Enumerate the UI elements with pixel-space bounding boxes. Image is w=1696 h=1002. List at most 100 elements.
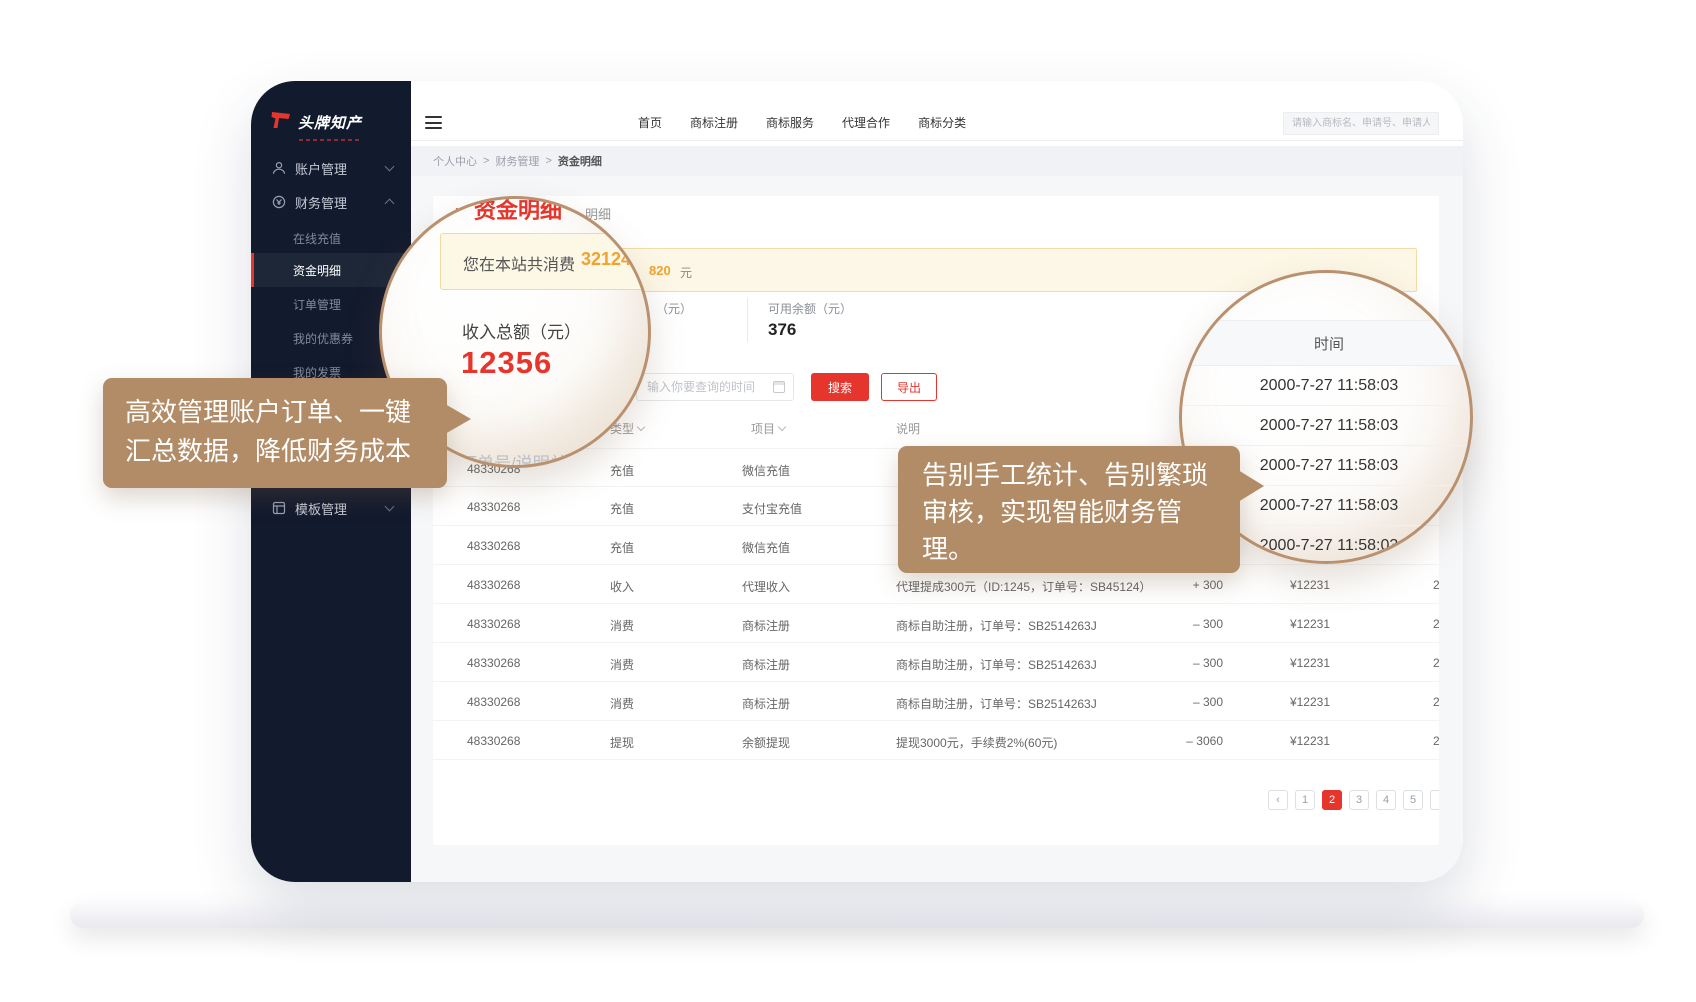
type: 消费 <box>610 656 634 673</box>
export-button[interactable]: 导出 <box>881 373 937 401</box>
nav-menu: 首页 商标注册 商标服务 代理合作 商标分类 <box>638 103 966 141</box>
banner-unit: 元 <box>680 264 692 281</box>
callout-text-line: 审核，实现智能财务管 <box>922 494 1240 531</box>
order-no: 48330268 <box>467 695 520 709</box>
item: 商标注册 <box>742 656 790 673</box>
amount: – 3060 <box>1133 734 1223 748</box>
page-button-2-active[interactable]: 2 <box>1322 790 1342 810</box>
brand-tagline-decoration <box>299 139 361 141</box>
callout-text-line: 高效管理账户订单、一键 <box>125 393 447 432</box>
magnified-income-value: 12356 <box>461 345 552 381</box>
callout-right: 告别手工统计、告别繁琐 审核，实现智能财务管 理。 <box>898 446 1240 573</box>
top-navbar: 首页 商标注册 商标服务 代理合作 商标分类 <box>411 103 1463 141</box>
laptop-base <box>70 902 1644 928</box>
table-row: 48330268 消费 商标注册 商标自助注册，订单号：SB2514263J –… <box>433 682 1439 721</box>
item: 微信充值 <box>742 462 790 479</box>
sidebar-subitem-label: 我的优惠券 <box>293 330 353 347</box>
stat-mid-label-fragment: （元） <box>656 300 692 317</box>
magnified-time-header: 时间 <box>1182 320 1473 366</box>
breadcrumb-item[interactable]: 个人中心 <box>433 153 477 169</box>
type: 充值 <box>610 539 634 556</box>
balance: ¥12231 <box>1230 656 1330 670</box>
time-query-input[interactable] <box>636 373 794 401</box>
type: 消费 <box>610 695 634 712</box>
order-no: 48330268 <box>467 656 520 670</box>
page-button-5[interactable]: 5 <box>1403 790 1423 810</box>
sidebar-subitem-fund-detail[interactable]: 资金明细 <box>251 253 411 287</box>
item: 余额提现 <box>742 734 790 751</box>
magnified-banner-prefix: 您在本站共消费 <box>463 251 575 275</box>
breadcrumb-separator: > <box>545 155 551 167</box>
nav-item-agent[interactable]: 代理合作 <box>842 114 890 131</box>
item: 商标注册 <box>742 617 790 634</box>
order-no: 48330268 <box>467 500 520 514</box>
page: 头牌知产 账户管理 财务管理 在线充值 资金明细 <box>0 0 1696 1002</box>
balance-stat-label: 可用余额（元） <box>768 300 852 317</box>
callout-text-line: 理。 <box>922 531 1240 568</box>
sidebar-subitem-label: 订单管理 <box>293 296 341 313</box>
search-input[interactable] <box>1283 112 1439 135</box>
time: 2000-7-27 11:58:03 <box>1433 578 1439 592</box>
balance: ¥12231 <box>1230 617 1330 631</box>
time: 2000-7-27 11:58:03 <box>1433 734 1439 748</box>
balance: ¥12231 <box>1230 695 1330 709</box>
type: 充值 <box>610 462 634 479</box>
order-no: 48330268 <box>467 539 520 553</box>
sidebar-item-account[interactable]: 账户管理 <box>251 151 411 185</box>
page-prev-button[interactable]: ‹ <box>1268 790 1288 810</box>
table-row: 48330268 消费 商标注册 商标自助注册，订单号：SB2514263J –… <box>433 643 1439 682</box>
desc: 提现3000元，手续费2%(60元) <box>896 734 1057 751</box>
table-row: 48330268 消费 商标注册 商标自助注册，订单号：SB2514263J –… <box>433 604 1439 643</box>
pagination: ‹ 1 2 3 4 5 <box>1268 790 1439 810</box>
sidebar-subitem-recharge[interactable]: 在线充值 <box>251 221 411 255</box>
table-header-desc: 说明 <box>896 420 920 437</box>
type: 提现 <box>610 734 634 751</box>
menu-icon[interactable] <box>425 116 442 129</box>
desc: 商标自助注册，订单号：SB2514263J <box>896 695 1097 712</box>
magnified-time-value: 2000-7-27 11:58:03 <box>1182 366 1473 406</box>
brand-logo[interactable]: 头牌知产 <box>271 111 362 134</box>
page-button-3[interactable]: 3 <box>1349 790 1369 810</box>
breadcrumb-item[interactable]: 财务管理 <box>495 153 539 169</box>
amount: – 300 <box>1133 695 1223 709</box>
sidebar-subitem-label: 在线充值 <box>293 230 341 247</box>
table-header-item[interactable]: 项目 <box>751 420 785 437</box>
nav-item-trademark-register[interactable]: 商标注册 <box>690 114 738 131</box>
sort-caret-icon <box>637 423 645 431</box>
type: 收入 <box>610 578 634 595</box>
sidebar-item-template[interactable]: 模板管理 <box>251 491 411 525</box>
brand-logo-icon <box>271 111 291 134</box>
nav-item-home[interactable]: 首页 <box>638 114 662 131</box>
magnified-time-value: 2000-7-27 11:58:03 <box>1182 406 1473 446</box>
magnified-banner: 您在本站共消费 32124 <box>440 233 651 290</box>
chevron-down-icon <box>385 502 395 512</box>
order-no: 48330268 <box>467 578 520 592</box>
finance-icon <box>272 195 286 209</box>
calendar-icon[interactable] <box>773 381 785 393</box>
template-icon <box>272 501 286 515</box>
desc: 商标自助注册，订单号：SB2514263J <box>896 656 1097 673</box>
callout-text-line: 告别手工统计、告别繁琐 <box>922 457 1240 494</box>
breadcrumb-separator: > <box>483 155 489 167</box>
order-no: 48330268 <box>467 617 520 631</box>
banner-amount-tail: 820 <box>649 263 671 278</box>
desc: 代理提成300元（ID:1245，订单号：SB45124） <box>896 578 1151 595</box>
time: 2000-7-27 11:58:03 <box>1433 617 1439 631</box>
page-next-button[interactable] <box>1430 790 1439 810</box>
page-button-1[interactable]: 1 <box>1295 790 1315 810</box>
balance: ¥12231 <box>1230 578 1330 592</box>
page-button-4[interactable]: 4 <box>1376 790 1396 810</box>
item: 代理收入 <box>742 578 790 595</box>
table-row: 48330268 提现 余额提现 提现3000元，手续费2%(60元) – 30… <box>433 721 1439 760</box>
time: 2000-7-27 11:58:03 <box>1433 695 1439 709</box>
amount: + 300 <box>1133 578 1223 592</box>
nav-item-trademark-service[interactable]: 商标服务 <box>766 114 814 131</box>
search-button[interactable]: 搜索 <box>811 373 869 401</box>
sidebar-item-finance[interactable]: 财务管理 <box>251 185 411 219</box>
stat-divider <box>747 298 748 342</box>
nav-item-trademark-class[interactable]: 商标分类 <box>918 114 966 131</box>
chevron-down-icon <box>385 162 395 172</box>
balance-stat-value: 376 <box>768 320 796 340</box>
amount: – 300 <box>1133 617 1223 631</box>
user-icon <box>272 161 286 175</box>
